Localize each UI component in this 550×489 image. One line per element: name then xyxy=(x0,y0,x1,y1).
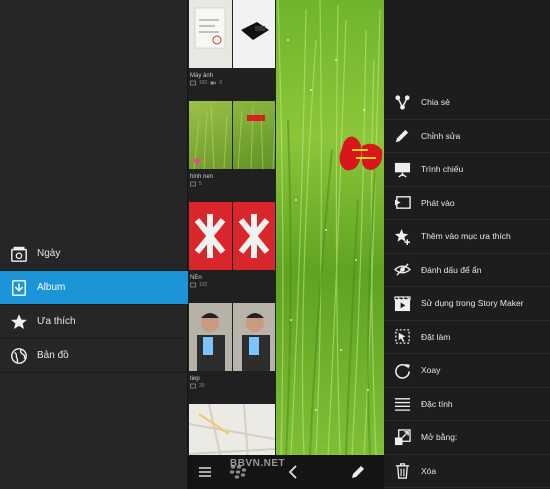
menu-item-label: Mở bằng: xyxy=(421,432,458,443)
hide-icon xyxy=(393,261,411,279)
share-icon xyxy=(393,93,411,111)
album-thumbnail xyxy=(189,101,232,169)
menu-item-play-on[interactable]: Phát vào xyxy=(384,187,550,220)
menu-icon[interactable] xyxy=(196,463,214,481)
menu-item-set-as[interactable]: Đặt làm xyxy=(384,321,550,354)
menu-item-slideshow[interactable]: Trình chiếu xyxy=(384,153,550,187)
back-icon[interactable] xyxy=(284,463,302,481)
photo-count: 102 xyxy=(199,282,208,288)
album-thumbnail xyxy=(232,303,275,371)
menu-item-delete[interactable]: Xóa xyxy=(384,455,550,488)
album-thumbnail xyxy=(189,202,232,270)
menu-item-label: Xoay xyxy=(421,365,441,376)
album-thumbnail xyxy=(189,0,232,68)
nav-list: Ngày Album Ưa thích Bản đồ xyxy=(0,237,188,373)
menu-item-edit[interactable]: Chỉnh sửa xyxy=(384,120,550,153)
nav-item-label: Ngày xyxy=(37,248,61,259)
album-name: tiep xyxy=(190,376,200,382)
menu-item-open-with[interactable]: Mở bằng: xyxy=(384,421,550,455)
menu-item-rotate[interactable]: Xoay xyxy=(384,354,550,388)
globe-icon xyxy=(9,346,29,366)
album-card[interactable]: hinh nen 5 xyxy=(189,101,275,187)
menu-item-hide[interactable]: Đánh dấu để ẩn xyxy=(384,254,550,287)
menu-item-label: Đặc tính xyxy=(421,398,453,409)
photo-count-icon xyxy=(190,80,196,86)
navigation-pane: Ngày Album Ưa thích Bản đồ xyxy=(0,0,188,489)
album-count: 160 6 xyxy=(190,80,275,86)
story-maker-icon xyxy=(393,294,411,312)
nav-item-favorites[interactable]: Ưa thích xyxy=(0,305,188,339)
edit-pencil-icon[interactable] xyxy=(348,462,368,482)
album-thumbnail xyxy=(189,303,232,371)
pencil-icon xyxy=(393,127,411,145)
calendar-photo-icon xyxy=(9,244,29,264)
album-card[interactable]: tiep 30 xyxy=(189,303,275,389)
album-count: 5 xyxy=(190,181,275,187)
action-menu: Chia sẻ Chỉnh sửa Trình chiếu Phát vào T… xyxy=(384,86,550,488)
album-card[interactable]: NEn 102 xyxy=(189,202,275,288)
rotate-icon xyxy=(393,361,411,379)
album-card[interactable] xyxy=(189,404,275,455)
menu-item-label: Chia sẻ xyxy=(421,97,450,108)
menu-item-story-maker[interactable]: Sử dụng trong Story Maker xyxy=(384,287,550,321)
menu-item-share[interactable]: Chia sẻ xyxy=(384,86,550,120)
video-count-icon xyxy=(210,81,217,85)
menu-item-label: Đánh dấu để ẩn xyxy=(421,264,482,275)
menu-item-label: Chỉnh sửa xyxy=(421,130,461,141)
nav-item-album[interactable]: Album xyxy=(0,271,188,305)
menu-item-label: Sử dụng trong Story Maker xyxy=(421,298,524,309)
bottom-action-bar xyxy=(188,455,384,489)
slideshow-icon xyxy=(393,160,411,178)
photo-count: 30 xyxy=(199,383,205,389)
menu-item-label: Thêm vào mục ưa thích xyxy=(421,231,511,242)
menu-item-label: Phát vào xyxy=(421,197,455,208)
album-count: 102 xyxy=(190,282,275,288)
album-icon xyxy=(9,278,29,298)
nav-item-label: Ưa thích xyxy=(37,316,76,327)
album-thumbnail xyxy=(232,101,275,169)
photo-count: 160 xyxy=(199,80,208,86)
photo-count-icon xyxy=(190,383,196,389)
album-name: NEn xyxy=(190,275,202,281)
properties-icon xyxy=(393,395,411,413)
grass-photo xyxy=(277,0,383,455)
context-menu-pane: Chia sẻ Chỉnh sửa Trình chiếu Phát vào T… xyxy=(384,0,550,489)
trash-icon xyxy=(393,462,411,480)
album-thumbnail xyxy=(232,0,275,68)
menu-item-label: Xóa xyxy=(421,465,437,476)
set-as-icon xyxy=(393,328,411,346)
album-thumbnail xyxy=(189,404,275,455)
photo-preview[interactable] xyxy=(276,0,384,455)
add-favorite-icon xyxy=(393,227,411,245)
watermark-text: BBVN.NET xyxy=(230,458,286,469)
menu-item-label: Trình chiếu xyxy=(421,164,464,175)
menu-item-label: Đặt làm xyxy=(421,331,451,342)
nav-item-map[interactable]: Bản đồ xyxy=(0,339,188,373)
nav-item-label: Bản đồ xyxy=(37,350,69,361)
menu-item-properties[interactable]: Đặc tính xyxy=(384,388,550,421)
photo-count: 5 xyxy=(199,181,202,187)
open-with-icon xyxy=(393,428,411,446)
album-count: 30 xyxy=(190,383,275,389)
video-count: 6 xyxy=(219,80,223,86)
star-icon xyxy=(9,312,29,332)
photo-count-icon xyxy=(190,282,196,288)
album-list: Máy ảnh 160 6 hinh nen 5 NEn 102 tiep 30 xyxy=(188,0,276,455)
album-name: hinh nen xyxy=(190,174,214,180)
album-card[interactable]: Máy ảnh 160 6 xyxy=(189,0,275,86)
album-thumbnail xyxy=(232,202,275,270)
play-on-icon xyxy=(393,194,411,212)
photo-count-icon xyxy=(190,181,196,187)
album-name: Máy ảnh xyxy=(190,73,214,79)
nav-item-label: Album xyxy=(37,282,66,293)
menu-item-add-favorite[interactable]: Thêm vào mục ưa thích xyxy=(384,220,550,254)
nav-item-day[interactable]: Ngày xyxy=(0,237,188,271)
